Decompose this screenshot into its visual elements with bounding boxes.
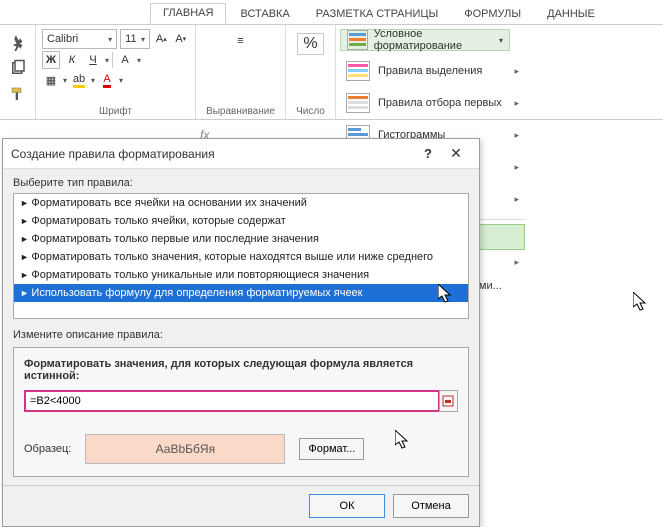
- clipboard-group: [0, 25, 36, 119]
- decrease-font-icon[interactable]: A▾: [173, 30, 189, 48]
- chevron-down-icon: ▾: [108, 35, 112, 44]
- cf-icon: [347, 30, 368, 50]
- copy-icon[interactable]: [9, 59, 27, 77]
- font-color-icon[interactable]: A: [98, 71, 116, 89]
- tab-page-layout[interactable]: РАЗМЕТКА СТРАНИЦЫ: [304, 4, 450, 24]
- font-size-value: 11: [125, 33, 136, 45]
- preview-label: Образец:: [24, 443, 71, 455]
- bold-button[interactable]: Ж: [42, 51, 60, 69]
- rule-type-item[interactable]: Форматировать только первые или последни…: [14, 230, 468, 248]
- dialog-footer: ОК Отмена: [3, 485, 479, 526]
- number-group-label: Число: [296, 104, 325, 117]
- border-icon[interactable]: ▦: [42, 71, 60, 89]
- number-group: % Число: [286, 25, 336, 119]
- rule-type-item[interactable]: Форматировать только значения, которые н…: [14, 248, 468, 266]
- chevron-right-icon: ▸: [514, 257, 519, 268]
- conditional-formatting-button[interactable]: Условное форматирование ▾: [340, 29, 510, 51]
- range-selector-button[interactable]: [439, 390, 458, 412]
- rule-type-item[interactable]: Использовать формулу для определения фор…: [14, 284, 468, 302]
- tab-insert[interactable]: ВСТАВКА: [228, 4, 301, 24]
- format-button[interactable]: Формат...: [299, 438, 364, 460]
- tab-formulas[interactable]: ФОРМУЛЫ: [452, 4, 533, 24]
- underline-button[interactable]: Ч: [84, 51, 102, 69]
- select-rule-type-label: Выберите тип правила:: [13, 177, 469, 189]
- highlight-rules-icon: [346, 61, 370, 81]
- cf-button-label: Условное форматирование: [374, 28, 493, 52]
- rule-type-item[interactable]: Форматировать только ячейки, которые сод…: [14, 212, 468, 230]
- ok-button[interactable]: ОК: [309, 494, 385, 518]
- chevron-down-icon[interactable]: ▾: [137, 56, 141, 65]
- font-group: Calibri▾ 11▾ A▴ A▾ Ж К Ч ▾ A ▾ ▦ ▾ ab ▾ …: [36, 25, 196, 119]
- dialog-title: Создание правила форматирования: [11, 147, 215, 161]
- align-icon[interactable]: ≡: [237, 35, 243, 47]
- alignment-group: ≡ Выравнивание: [196, 25, 286, 119]
- alignment-group-label: Выравнивание: [206, 104, 275, 117]
- cut-icon[interactable]: [9, 33, 27, 51]
- tab-home[interactable]: ГЛАВНАЯ: [150, 3, 226, 24]
- chevron-right-icon: ▸: [514, 162, 519, 173]
- close-button[interactable]: ✕: [441, 145, 471, 162]
- cf-item-label: Правила отбора первых: [378, 97, 502, 109]
- italic-button[interactable]: К: [63, 51, 81, 69]
- chevron-down-icon[interactable]: ▾: [105, 56, 109, 65]
- font-size-combo[interactable]: 11 ▾: [120, 29, 150, 49]
- chevron-right-icon: ▸: [514, 194, 519, 205]
- dialog-titlebar: Создание правила форматирования ? ✕: [3, 139, 479, 169]
- cf-highlight-rules[interactable]: Правила выделения ▸: [340, 55, 525, 87]
- edit-description-label: Измените описание правила:: [13, 329, 469, 341]
- percent-icon[interactable]: %: [297, 33, 323, 55]
- font-name-combo[interactable]: Calibri ▾: [42, 29, 117, 49]
- chevron-down-icon[interactable]: ▾: [91, 76, 95, 85]
- fill-color-icon[interactable]: ab: [70, 71, 88, 89]
- ribbon-tabs: ГЛАВНАЯ ВСТАВКА РАЗМЕТКА СТРАНИЦЫ ФОРМУЛ…: [0, 0, 663, 24]
- help-button[interactable]: ?: [415, 146, 441, 161]
- new-formatting-rule-dialog: Создание правила форматирования ? ✕ Выбе…: [2, 138, 480, 527]
- cf-item-label: Правила выделения: [378, 65, 482, 77]
- font-group-label: Шрифт: [42, 104, 189, 117]
- chevron-down-icon: ▾: [141, 35, 145, 44]
- top-bottom-icon: [346, 93, 370, 113]
- font-name-value: Calibri: [47, 33, 78, 45]
- chevron-right-icon: ▸: [514, 98, 519, 109]
- chevron-right-icon: ▸: [514, 66, 519, 77]
- chevron-down-icon[interactable]: ▾: [63, 76, 67, 85]
- chevron-down-icon[interactable]: ▾: [119, 76, 123, 85]
- font-super-icon[interactable]: A: [116, 51, 134, 69]
- rule-type-item[interactable]: Форматировать все ячейки на основании их…: [14, 194, 468, 212]
- formula-input[interactable]: [24, 390, 440, 412]
- cancel-button[interactable]: Отмена: [393, 494, 469, 518]
- rule-type-item[interactable]: Форматировать только уникальные или повт…: [14, 266, 468, 284]
- format-painter-icon[interactable]: [9, 85, 27, 103]
- rule-type-list[interactable]: Форматировать все ячейки на основании их…: [13, 193, 469, 319]
- chevron-right-icon: ▸: [514, 130, 519, 141]
- collapse-dialog-icon: [442, 395, 454, 407]
- increase-font-icon[interactable]: A▴: [153, 30, 169, 48]
- formula-condition-label: Форматировать значения, для которых след…: [24, 358, 458, 382]
- chevron-down-icon: ▾: [499, 36, 503, 45]
- tab-data[interactable]: ДАННЫЕ: [535, 4, 607, 24]
- rule-description-box: Форматировать значения, для которых след…: [13, 347, 469, 477]
- styles-group: Условное форматирование ▾ Правила выделе…: [336, 25, 663, 119]
- ribbon-body: Calibri▾ 11▾ A▴ A▾ Ж К Ч ▾ A ▾ ▦ ▾ ab ▾ …: [0, 24, 663, 120]
- cursor-icon: [633, 292, 651, 314]
- format-preview: АаВbБбЯя: [85, 434, 285, 464]
- cf-top-bottom-rules[interactable]: Правила отбора первых ▸: [340, 87, 525, 119]
